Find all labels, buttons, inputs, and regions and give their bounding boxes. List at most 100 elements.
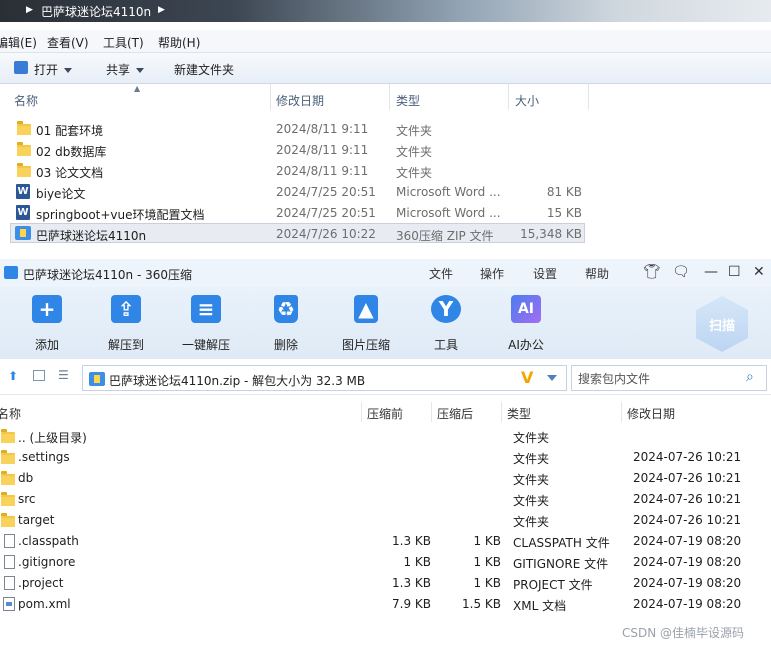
file-name: 02 db数据库 — [36, 145, 107, 159]
one-click-extract-label: 一键解压 — [181, 338, 230, 352]
file-type: 文件夹 — [396, 166, 433, 180]
file-row[interactable]: 02 db数据库 2024/8/11 9:11 文件夹 — [0, 139, 771, 160]
archive-row[interactable]: pom.xml 7.9 KB 1.5 KB XML 文档 2024-07-19 … — [0, 593, 771, 614]
column-name[interactable]: 名称 — [0, 405, 21, 422]
thumbnail-view-icon[interactable] — [33, 370, 45, 381]
open-label: 打开 — [34, 63, 59, 77]
search-icon[interactable]: ⌕ — [746, 369, 754, 385]
minimize-icon[interactable]: — — [704, 264, 718, 280]
up-arrow-icon[interactable]: ⬆ — [8, 369, 18, 383]
entry-name: .settings — [18, 450, 70, 464]
ai-office-button[interactable]: AI AI办公 — [486, 295, 566, 353]
folder-icon — [17, 163, 31, 177]
file-row[interactable]: 01 配套环境 2024/8/11 9:11 文件夹 — [0, 118, 771, 139]
file-type: 360压缩 ZIP 文件 — [396, 229, 494, 243]
column-divider[interactable] — [588, 84, 589, 110]
add-label: 添加 — [34, 338, 59, 352]
folder-icon — [1, 429, 15, 443]
breadcrumb[interactable]: 巴萨球迷论坛4110n — [41, 3, 151, 20]
column-name[interactable]: 名称 — [14, 92, 38, 109]
extract-to-button[interactable]: ⇪ 解压到 — [86, 295, 166, 353]
feedback-icon[interactable]: 🗨︎ — [672, 264, 690, 280]
archive-row[interactable]: db 文件夹 2024-07-26 10:21 — [0, 467, 771, 488]
entry-name: pom.xml — [18, 597, 71, 611]
word-document-icon: W — [16, 205, 30, 220]
chevron-right-icon: ▶ — [26, 5, 33, 15]
archive-row[interactable]: .classpath 1.3 KB 1 KB CLASSPATH 文件 2024… — [0, 530, 771, 551]
column-type[interactable]: 类型 — [396, 92, 420, 109]
column-divider[interactable] — [431, 402, 432, 422]
column-divider[interactable] — [389, 84, 390, 110]
path-box[interactable]: 巴萨球迷论坛4110n.zip - 解包大小为 32.3 MB V — [82, 365, 567, 391]
file-row[interactable]: W springboot+vue环境配置文档 2024/7/25 20:51 M… — [0, 202, 771, 223]
menu-help[interactable]: 帮助 — [585, 265, 609, 282]
file-size: 81 KB — [546, 185, 582, 199]
column-divider[interactable] — [361, 402, 362, 422]
chevron-right-icon[interactable]: ▶ — [158, 5, 165, 15]
entry-size-after: 1 KB — [473, 555, 501, 569]
menu-view[interactable]: 查看(V) — [47, 34, 89, 51]
entry-name: .project — [18, 576, 64, 590]
close-icon[interactable]: ✕ — [753, 264, 765, 280]
file-row-selected[interactable]: 巴萨球迷论坛4110n 2024/7/26 10:22 360压缩 ZIP 文件… — [0, 223, 771, 244]
list-view-icon[interactable]: ☰ — [58, 368, 69, 382]
column-divider[interactable] — [270, 84, 271, 110]
entry-date: 2024-07-19 08:20 — [633, 534, 742, 548]
entry-date: 2024-07-26 10:21 — [633, 513, 742, 527]
entry-name: .gitignore — [18, 555, 76, 569]
menu-file[interactable]: 文件 — [429, 265, 453, 282]
column-date[interactable]: 修改日期 — [276, 92, 324, 109]
add-button[interactable]: + 添加 — [7, 295, 87, 353]
sort-up-icon: ▲ — [134, 84, 141, 93]
entry-date: 2024-07-19 08:20 — [633, 576, 742, 590]
archive-row[interactable]: target 文件夹 2024-07-26 10:21 — [0, 509, 771, 530]
entry-type: 文件夹 — [513, 473, 550, 487]
archive-row[interactable]: .gitignore 1 KB 1 KB GITIGNORE 文件 2024-0… — [0, 551, 771, 572]
archive-row[interactable]: src 文件夹 2024-07-26 10:21 — [0, 488, 771, 509]
column-compressed-before[interactable]: 压缩前 — [367, 405, 403, 422]
menu-operation[interactable]: 操作 — [480, 265, 504, 282]
new-folder-button[interactable]: 新建文件夹 — [174, 61, 234, 78]
share-button[interactable]: 共享 — [106, 61, 145, 78]
column-compressed-after[interactable]: 压缩后 — [437, 405, 473, 422]
file-row[interactable]: 03 论文文档 2024/8/11 9:11 文件夹 — [0, 160, 771, 181]
column-divider[interactable] — [508, 84, 509, 110]
tools-button[interactable]: Y 工具 — [406, 295, 486, 353]
zip-address-bar: ⬆ ☰ 巴萨球迷论坛4110n.zip - 解包大小为 32.3 MB V ⌕ — [0, 362, 771, 395]
file-row[interactable]: W biye论文 2024/7/25 20:51 Microsoft Word … — [0, 181, 771, 202]
archive-path: 巴萨球迷论坛4110n.zip - 解包大小为 32.3 MB — [109, 374, 366, 388]
maximize-icon[interactable]: ☐ — [728, 264, 741, 280]
xml-file-icon — [3, 597, 15, 611]
entry-type: 文件夹 — [513, 431, 550, 445]
zip-archive-icon — [15, 226, 31, 240]
explorer-title-bar: ▶ 巴萨球迷论坛4110n ▶ — [0, 0, 771, 22]
v-logo-icon[interactable]: V — [521, 368, 533, 387]
menu-edit[interactable]: 编辑(E) — [0, 34, 37, 51]
one-click-extract-button[interactable]: ≡ 一键解压 — [166, 295, 246, 353]
column-date[interactable]: 修改日期 — [627, 405, 675, 422]
entry-type: CLASSPATH 文件 — [513, 536, 610, 550]
column-type[interactable]: 类型 — [507, 405, 531, 422]
file-size: 15,348 KB — [520, 227, 582, 241]
archive-row[interactable]: .. (上级目录) 文件夹 — [0, 425, 771, 446]
menu-settings[interactable]: 设置 — [533, 265, 557, 282]
chevron-down-icon[interactable] — [547, 375, 557, 381]
image-compress-button[interactable]: ▲ 图片压缩 — [326, 295, 406, 353]
menu-help[interactable]: 帮助(H) — [158, 34, 200, 51]
column-divider[interactable] — [501, 402, 502, 422]
file-name: 01 配套环境 — [36, 124, 104, 138]
search-box[interactable]: ⌕ — [571, 365, 767, 391]
delete-button[interactable]: ♻ 删除 — [246, 295, 326, 353]
open-button[interactable]: 打开 — [34, 61, 73, 78]
archive-row[interactable]: .settings 文件夹 2024-07-26 10:21 — [0, 446, 771, 467]
column-size[interactable]: 大小 — [515, 92, 539, 109]
archive-row[interactable]: .project 1.3 KB 1 KB PROJECT 文件 2024-07-… — [0, 572, 771, 593]
entry-date: 2024-07-19 08:20 — [633, 555, 742, 569]
entry-size-after: 1.5 KB — [462, 597, 501, 611]
file-icon — [4, 534, 15, 548]
skin-icon[interactable]: 👕︎ — [643, 264, 661, 280]
search-input[interactable] — [576, 370, 740, 388]
menu-tools[interactable]: 工具(T) — [103, 34, 144, 51]
file-date: 2024/7/25 20:51 — [276, 206, 376, 220]
column-divider[interactable] — [621, 402, 622, 422]
